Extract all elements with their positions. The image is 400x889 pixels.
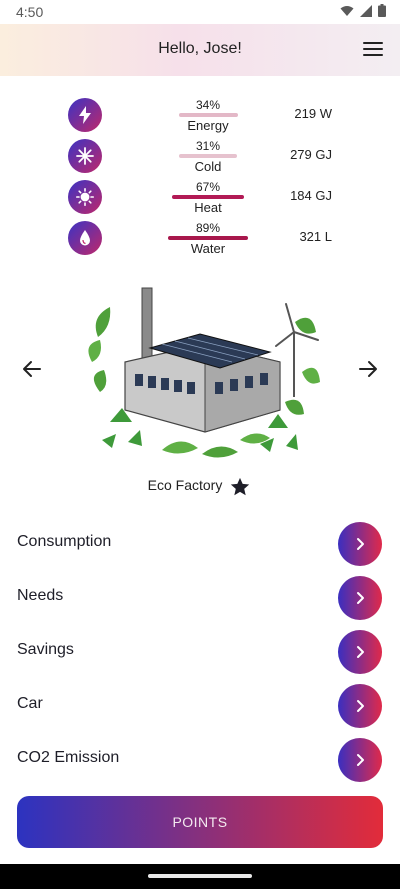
nav-item-co2-emission[interactable]: CO2 Emission bbox=[0, 733, 400, 787]
water-drop-icon bbox=[68, 221, 102, 255]
chevron-right-icon bbox=[357, 538, 364, 550]
previous-arrow-button[interactable] bbox=[21, 358, 43, 380]
chevron-right-button[interactable] bbox=[338, 738, 382, 782]
lightning-bolt-icon bbox=[68, 98, 102, 132]
metric-name: Water bbox=[190, 241, 226, 256]
metric-percent: 89% bbox=[195, 221, 221, 235]
battery-icon bbox=[378, 4, 386, 17]
eco-factory-illustration bbox=[88, 287, 320, 458]
metric-energy: 34% Energy bbox=[166, 97, 250, 135]
metric-cold: 31% Cold bbox=[166, 138, 250, 176]
nav-item-savings[interactable]: Savings bbox=[0, 625, 400, 679]
chevron-right-button[interactable] bbox=[338, 576, 382, 620]
sun-icon bbox=[68, 180, 102, 214]
next-arrow-button[interactable] bbox=[357, 358, 379, 380]
nav-item-label: Savings bbox=[17, 641, 74, 658]
chevron-right-button[interactable] bbox=[338, 684, 382, 728]
metric-percent: 31% bbox=[195, 139, 221, 153]
points-button[interactable]: POINTS bbox=[17, 796, 383, 848]
nav-item-label: Consumption bbox=[17, 533, 112, 550]
metric-name: Heat bbox=[194, 200, 222, 215]
metric-water: 89% Water bbox=[166, 220, 250, 258]
metric-name: Cold bbox=[194, 159, 222, 174]
star-icon[interactable] bbox=[229, 476, 251, 498]
nav-item-label: Needs bbox=[17, 587, 64, 604]
wifi-icon bbox=[340, 5, 354, 16]
status-time: 4:50 bbox=[16, 4, 44, 20]
metric-value: 321 L bbox=[299, 229, 332, 244]
nav-item-label: Car bbox=[17, 695, 43, 712]
metric-value: 184 GJ bbox=[290, 188, 332, 203]
nav-item-consumption[interactable]: Consumption bbox=[0, 517, 400, 571]
menu-icon bbox=[363, 42, 383, 44]
metric-value: 279 GJ bbox=[290, 147, 332, 162]
metric-name: Energy bbox=[187, 118, 229, 133]
metric-heat: 67% Heat bbox=[166, 179, 250, 217]
nav-item-car[interactable]: Car bbox=[0, 679, 400, 733]
nav-item-needs[interactable]: Needs bbox=[0, 571, 400, 625]
status-icons bbox=[340, 4, 386, 17]
metric-value: 219 W bbox=[294, 106, 332, 121]
chevron-right-button[interactable] bbox=[338, 630, 382, 674]
chevron-right-button[interactable] bbox=[338, 522, 382, 566]
metric-percent: 34% bbox=[195, 98, 221, 112]
system-navigation-bar bbox=[0, 864, 400, 889]
nav-item-label: CO2 Emission bbox=[17, 749, 120, 766]
app-header: Hello, Jose! bbox=[0, 24, 400, 76]
chevron-right-icon bbox=[357, 754, 364, 766]
carousel-title: Eco Factory bbox=[0, 477, 400, 493]
menu-button[interactable] bbox=[363, 42, 383, 58]
home-indicator[interactable] bbox=[148, 874, 252, 878]
greeting-title: Hello, Jose! bbox=[158, 40, 242, 57]
chevron-right-icon bbox=[357, 592, 364, 604]
signal-icon bbox=[360, 4, 372, 17]
snowflake-icon bbox=[68, 139, 102, 173]
metric-percent: 67% bbox=[195, 180, 221, 194]
chevron-right-icon bbox=[357, 646, 364, 658]
chevron-right-icon bbox=[357, 700, 364, 712]
status-bar: 4:50 bbox=[0, 0, 400, 24]
